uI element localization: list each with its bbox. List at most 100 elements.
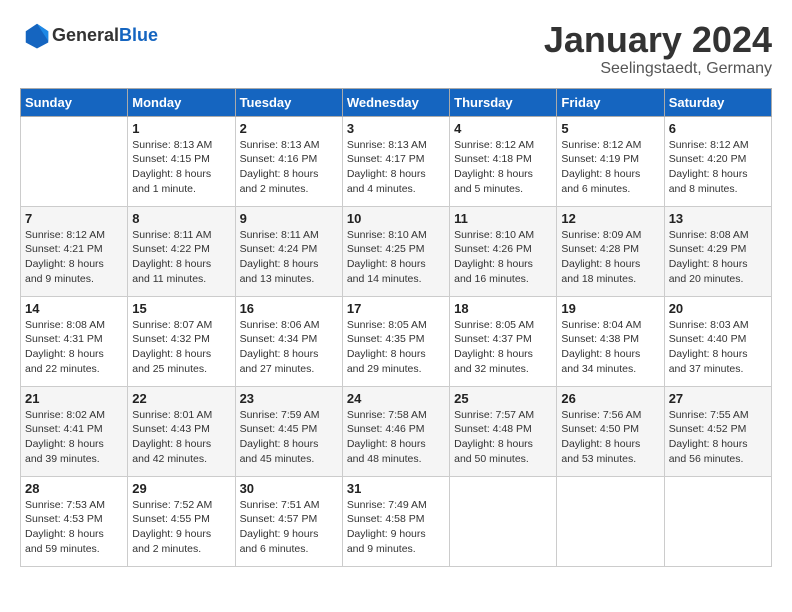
day-number: 24 (347, 391, 445, 406)
day-number: 14 (25, 301, 123, 316)
daylight-text: Daylight: 8 hours and 50 minutes. (454, 437, 552, 466)
location-subtitle: Seelingstaedt, Germany (544, 60, 772, 78)
day-number: 22 (132, 391, 230, 406)
day-number: 29 (132, 481, 230, 496)
sunrise-text: Sunrise: 8:10 AM (347, 228, 445, 243)
cell-content: Sunrise: 7:58 AM Sunset: 4:46 PM Dayligh… (347, 408, 445, 467)
sunset-text: Sunset: 4:41 PM (25, 422, 123, 437)
calendar-cell: 17 Sunrise: 8:05 AM Sunset: 4:35 PM Dayl… (342, 296, 449, 386)
col-thursday: Thursday (450, 88, 557, 116)
day-number: 15 (132, 301, 230, 316)
cell-content: Sunrise: 7:51 AM Sunset: 4:57 PM Dayligh… (240, 498, 338, 557)
calendar-cell: 20 Sunrise: 8:03 AM Sunset: 4:40 PM Dayl… (664, 296, 771, 386)
sunset-text: Sunset: 4:22 PM (132, 242, 230, 257)
day-number: 4 (454, 121, 552, 136)
day-number: 17 (347, 301, 445, 316)
cell-content: Sunrise: 8:10 AM Sunset: 4:25 PM Dayligh… (347, 228, 445, 287)
sunrise-text: Sunrise: 8:07 AM (132, 318, 230, 333)
cell-content: Sunrise: 8:08 AM Sunset: 4:31 PM Dayligh… (25, 318, 123, 377)
cell-content: Sunrise: 8:11 AM Sunset: 4:22 PM Dayligh… (132, 228, 230, 287)
sunrise-text: Sunrise: 8:06 AM (240, 318, 338, 333)
day-number: 10 (347, 211, 445, 226)
cell-content: Sunrise: 8:12 AM Sunset: 4:18 PM Dayligh… (454, 138, 552, 197)
sunrise-text: Sunrise: 7:53 AM (25, 498, 123, 513)
calendar-cell: 8 Sunrise: 8:11 AM Sunset: 4:22 PM Dayli… (128, 206, 235, 296)
daylight-text: Daylight: 8 hours and 22 minutes. (25, 347, 123, 376)
col-sunday: Sunday (21, 88, 128, 116)
cell-content: Sunrise: 8:12 AM Sunset: 4:19 PM Dayligh… (561, 138, 659, 197)
cell-content: Sunrise: 7:49 AM Sunset: 4:58 PM Dayligh… (347, 498, 445, 557)
sunset-text: Sunset: 4:38 PM (561, 332, 659, 347)
daylight-text: Daylight: 9 hours and 6 minutes. (240, 527, 338, 556)
sunrise-text: Sunrise: 7:55 AM (669, 408, 767, 423)
daylight-text: Daylight: 8 hours and 37 minutes. (669, 347, 767, 376)
cell-content: Sunrise: 8:12 AM Sunset: 4:20 PM Dayligh… (669, 138, 767, 197)
sunset-text: Sunset: 4:31 PM (25, 332, 123, 347)
day-number: 19 (561, 301, 659, 316)
sunset-text: Sunset: 4:50 PM (561, 422, 659, 437)
day-number: 6 (669, 121, 767, 136)
daylight-text: Daylight: 9 hours and 9 minutes. (347, 527, 445, 556)
sunrise-text: Sunrise: 7:56 AM (561, 408, 659, 423)
cell-content: Sunrise: 8:13 AM Sunset: 4:15 PM Dayligh… (132, 138, 230, 197)
sunrise-text: Sunrise: 8:11 AM (132, 228, 230, 243)
daylight-text: Daylight: 8 hours and 53 minutes. (561, 437, 659, 466)
sunset-text: Sunset: 4:43 PM (132, 422, 230, 437)
sunset-text: Sunset: 4:34 PM (240, 332, 338, 347)
calendar-cell: 26 Sunrise: 7:56 AM Sunset: 4:50 PM Dayl… (557, 386, 664, 476)
sunset-text: Sunset: 4:32 PM (132, 332, 230, 347)
calendar-cell: 13 Sunrise: 8:08 AM Sunset: 4:29 PM Dayl… (664, 206, 771, 296)
calendar-cell: 24 Sunrise: 7:58 AM Sunset: 4:46 PM Dayl… (342, 386, 449, 476)
daylight-text: Daylight: 8 hours and 32 minutes. (454, 347, 552, 376)
calendar-cell: 14 Sunrise: 8:08 AM Sunset: 4:31 PM Dayl… (21, 296, 128, 386)
header-row: Sunday Monday Tuesday Wednesday Thursday… (21, 88, 772, 116)
calendar-cell: 9 Sunrise: 8:11 AM Sunset: 4:24 PM Dayli… (235, 206, 342, 296)
col-saturday: Saturday (664, 88, 771, 116)
cell-content: Sunrise: 8:05 AM Sunset: 4:35 PM Dayligh… (347, 318, 445, 377)
sunset-text: Sunset: 4:28 PM (561, 242, 659, 257)
sunset-text: Sunset: 4:18 PM (454, 152, 552, 167)
daylight-text: Daylight: 8 hours and 27 minutes. (240, 347, 338, 376)
sunrise-text: Sunrise: 8:08 AM (669, 228, 767, 243)
sunrise-text: Sunrise: 7:58 AM (347, 408, 445, 423)
calendar-cell: 21 Sunrise: 8:02 AM Sunset: 4:41 PM Dayl… (21, 386, 128, 476)
logo-icon (22, 20, 52, 50)
sunrise-text: Sunrise: 8:12 AM (454, 138, 552, 153)
day-number: 3 (347, 121, 445, 136)
sunset-text: Sunset: 4:45 PM (240, 422, 338, 437)
cell-content: Sunrise: 8:07 AM Sunset: 4:32 PM Dayligh… (132, 318, 230, 377)
cell-content: Sunrise: 8:13 AM Sunset: 4:16 PM Dayligh… (240, 138, 338, 197)
calendar-week-row: 28 Sunrise: 7:53 AM Sunset: 4:53 PM Dayl… (21, 476, 772, 566)
sunrise-text: Sunrise: 8:13 AM (347, 138, 445, 153)
cell-content: Sunrise: 8:12 AM Sunset: 4:21 PM Dayligh… (25, 228, 123, 287)
calendar-cell: 6 Sunrise: 8:12 AM Sunset: 4:20 PM Dayli… (664, 116, 771, 206)
sunset-text: Sunset: 4:52 PM (669, 422, 767, 437)
calendar-cell: 2 Sunrise: 8:13 AM Sunset: 4:16 PM Dayli… (235, 116, 342, 206)
sunrise-text: Sunrise: 8:01 AM (132, 408, 230, 423)
sunrise-text: Sunrise: 8:12 AM (25, 228, 123, 243)
day-number: 18 (454, 301, 552, 316)
day-number: 12 (561, 211, 659, 226)
sunrise-text: Sunrise: 8:10 AM (454, 228, 552, 243)
sunrise-text: Sunrise: 8:13 AM (240, 138, 338, 153)
sunrise-text: Sunrise: 8:09 AM (561, 228, 659, 243)
sunrise-text: Sunrise: 8:08 AM (25, 318, 123, 333)
sunrise-text: Sunrise: 7:59 AM (240, 408, 338, 423)
calendar-cell: 25 Sunrise: 7:57 AM Sunset: 4:48 PM Dayl… (450, 386, 557, 476)
daylight-text: Daylight: 8 hours and 48 minutes. (347, 437, 445, 466)
cell-content: Sunrise: 7:57 AM Sunset: 4:48 PM Dayligh… (454, 408, 552, 467)
sunrise-text: Sunrise: 8:05 AM (347, 318, 445, 333)
sunset-text: Sunset: 4:15 PM (132, 152, 230, 167)
sunset-text: Sunset: 4:46 PM (347, 422, 445, 437)
day-number: 9 (240, 211, 338, 226)
sunset-text: Sunset: 4:40 PM (669, 332, 767, 347)
sunrise-text: Sunrise: 7:57 AM (454, 408, 552, 423)
sunset-text: Sunset: 4:21 PM (25, 242, 123, 257)
calendar-cell: 5 Sunrise: 8:12 AM Sunset: 4:19 PM Dayli… (557, 116, 664, 206)
cell-content: Sunrise: 8:08 AM Sunset: 4:29 PM Dayligh… (669, 228, 767, 287)
day-number: 7 (25, 211, 123, 226)
sunset-text: Sunset: 4:16 PM (240, 152, 338, 167)
calendar-week-row: 14 Sunrise: 8:08 AM Sunset: 4:31 PM Dayl… (21, 296, 772, 386)
sunset-text: Sunset: 4:37 PM (454, 332, 552, 347)
day-number: 2 (240, 121, 338, 136)
